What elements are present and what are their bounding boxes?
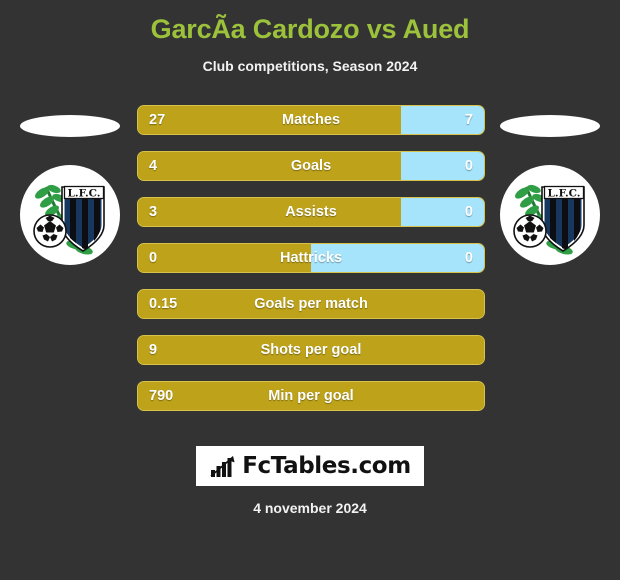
fctables-logo-text: FcTables.com [242, 453, 411, 479]
svg-text:L.F.C.: L.F.C. [68, 188, 101, 200]
crest-artwork-left: L.F.C. [33, 184, 105, 255]
svg-text:L.F.C.: L.F.C. [548, 188, 581, 200]
stat-label: Shots per goal [260, 342, 362, 358]
stat-value-away: 0 [464, 204, 473, 220]
page-title: GarcÃ­a Cardozo vs Aued [150, 14, 470, 44]
stat-row: 3 Assists 0 [137, 197, 485, 227]
club-crest-left: L.F.C. [20, 165, 120, 265]
stat-row: 27 Matches 7 [137, 105, 485, 135]
crest-artwork-right: L.F.C. [513, 184, 585, 255]
stat-row: 9 Shots per goal [137, 335, 485, 365]
stat-label: Goals per match [254, 296, 368, 312]
stat-label: Min per goal [268, 388, 354, 404]
bar-chart-icon [210, 456, 235, 477]
stat-rows: 27 Matches 7 4 Goals 0 3 Assists 0 0 Hattricks 0 0.1… [137, 105, 485, 427]
crest-highlight-left [20, 115, 120, 137]
stat-label: Hattricks [279, 250, 343, 266]
stat-value-away: 0 [464, 250, 473, 266]
page-subtitle: Club competitions, Season 2024 [202, 58, 418, 75]
club-crest-right: L.F.C. [500, 165, 600, 265]
stat-label: Assists [285, 204, 337, 220]
crest-highlight-right [500, 115, 600, 137]
stat-value-away: 0 [464, 158, 473, 174]
stat-row: 0 Hattricks 0 [137, 243, 485, 273]
stat-label: Matches [281, 112, 341, 128]
stat-row: 790 Min per goal [137, 381, 485, 411]
fctables-logo[interactable]: FcTables.com [196, 446, 424, 486]
stat-label: Goals [290, 158, 332, 174]
stat-value-away: 7 [464, 112, 473, 128]
stat-row: 4 Goals 0 [137, 151, 485, 181]
comparison-panel: L.F.C. L.F.C. 27 Matches 7 4 Goals 0 3 A… [0, 105, 620, 435]
generated-date: 4 november 2024 [253, 500, 367, 516]
stat-row: 0.15 Goals per match [137, 289, 485, 319]
